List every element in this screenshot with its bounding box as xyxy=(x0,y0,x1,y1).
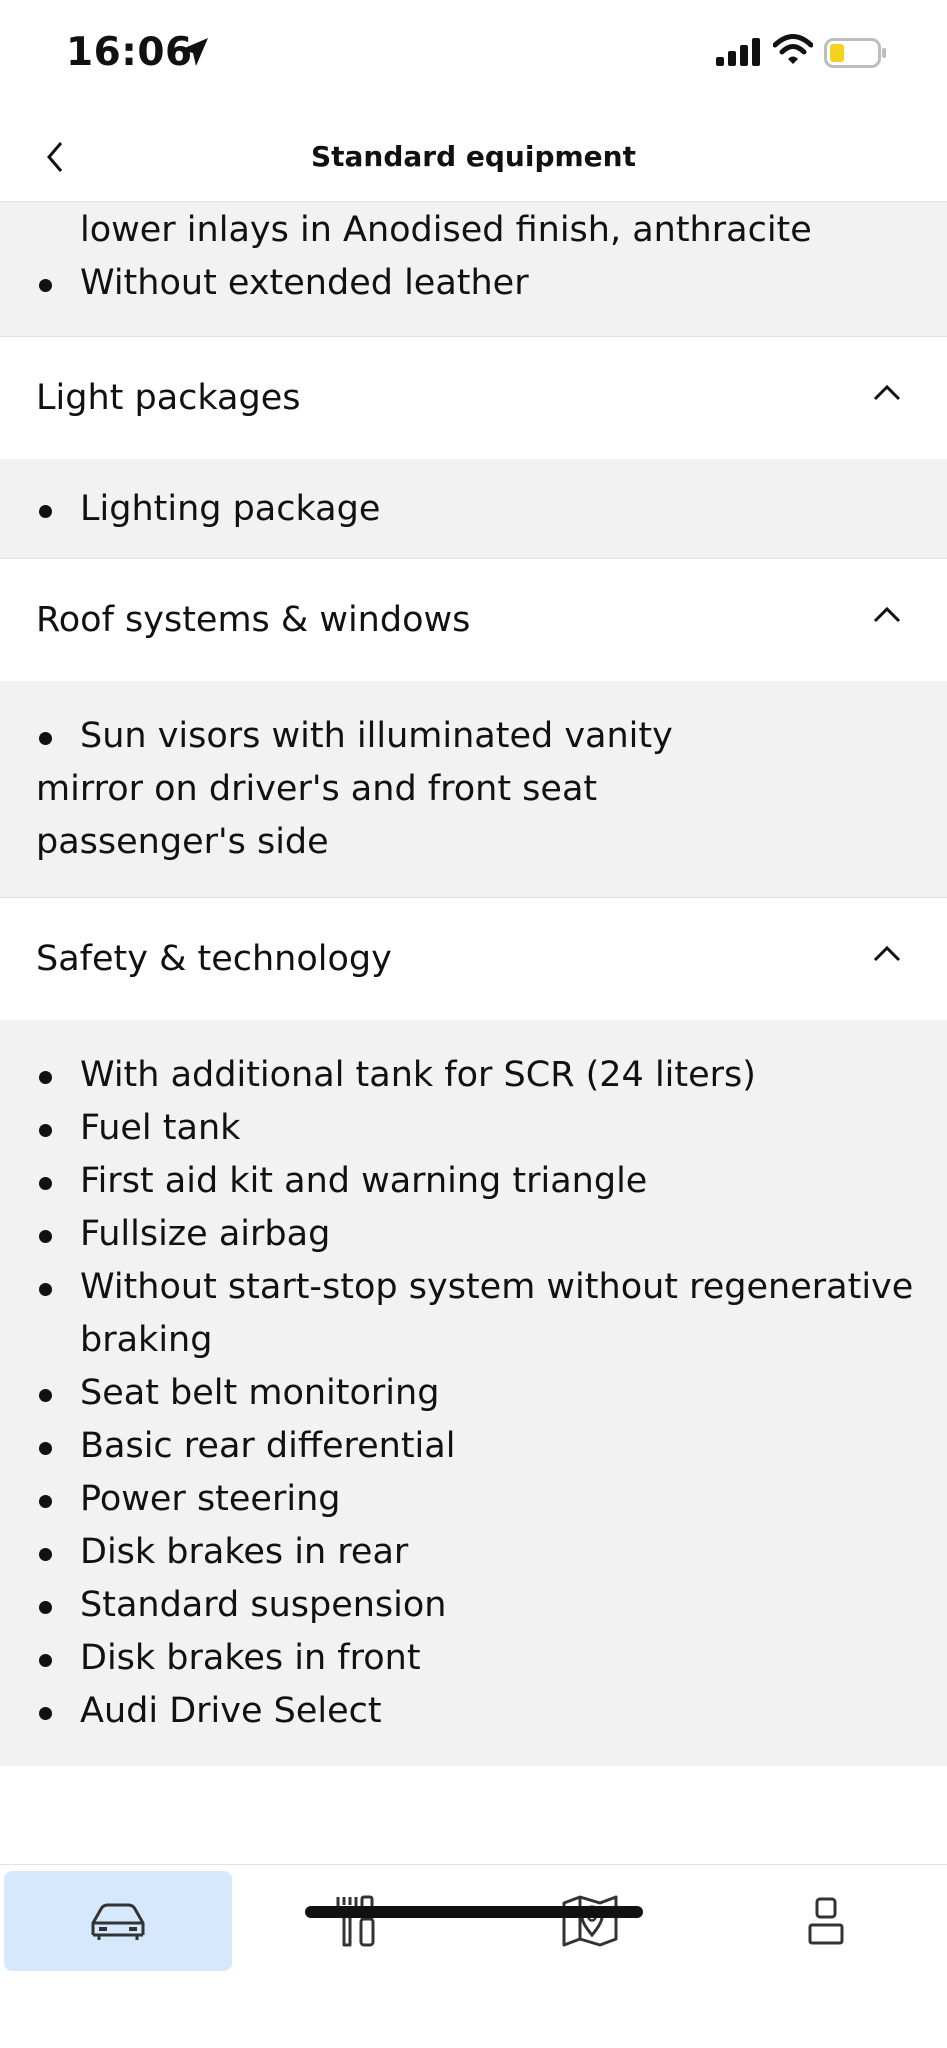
navigation-bar: Standard equipment xyxy=(0,110,947,202)
list-item-continuation: passenger's side xyxy=(36,822,329,862)
section-title: Light packages xyxy=(36,378,301,418)
page-title: Standard equipment xyxy=(310,140,636,173)
list-item: Fullsize airbag xyxy=(0,1208,947,1261)
battery-low-icon xyxy=(824,38,886,68)
items-block-light-packages: Lighting package xyxy=(0,459,947,558)
list-item: Disk brakes in front xyxy=(0,1632,947,1685)
items-block-roof-systems: Sun visors with illuminated vanity mirro… xyxy=(0,681,947,897)
list-item: Basic rear differential xyxy=(0,1420,947,1473)
tab-car[interactable] xyxy=(4,1871,232,1971)
car-icon xyxy=(91,1903,145,1940)
list-item: Without extended leather xyxy=(0,257,947,310)
list-item: Seat belt monitoring xyxy=(0,1367,947,1420)
list-item: Fuel tank xyxy=(0,1102,947,1155)
list-item: Sun visors with illuminated vanity xyxy=(0,710,947,763)
list-item: Disk brakes in rear xyxy=(0,1526,947,1579)
tab-profile[interactable] xyxy=(712,1871,940,1971)
location-arrow-icon xyxy=(180,38,208,66)
items-block-interior: lower inlays in Anodised finish, anthrac… xyxy=(0,202,947,336)
tab-bar xyxy=(0,1864,947,2048)
section-title: Safety & technology xyxy=(36,939,392,979)
list-item: lower inlays in Anodised finish, anthrac… xyxy=(80,210,812,250)
section-header-roof-systems[interactable]: Roof systems & windows xyxy=(0,558,947,681)
list-item-continuation: mirror on driver's and front seat xyxy=(36,769,598,809)
list-item: First aid kit and warning triangle xyxy=(0,1155,947,1208)
list-item: Audi Drive Select xyxy=(0,1685,947,1738)
tab-map[interactable] xyxy=(476,1871,704,1971)
map-pin-icon xyxy=(562,1895,618,1947)
list-item: Power steering xyxy=(0,1473,947,1526)
chevron-up-icon xyxy=(873,385,901,401)
list-item: Standard suspension xyxy=(0,1579,947,1632)
chevron-up-icon xyxy=(873,607,901,623)
section-header-safety-technology[interactable]: Safety & technology xyxy=(0,897,947,1020)
chevron-up-icon xyxy=(873,946,901,962)
list-item: Lighting package xyxy=(0,483,947,536)
items-block-safety-technology: With additional tank for SCR (24 liters)… xyxy=(0,1020,947,1766)
tab-service[interactable] xyxy=(240,1871,468,1971)
tools-icon xyxy=(336,1895,375,1947)
list-item-continuation: braking xyxy=(80,1320,213,1360)
status-time: 16:06 xyxy=(66,30,193,75)
wifi-icon xyxy=(773,34,813,64)
home-indicator xyxy=(305,1906,643,1918)
status-bar: 16:06 xyxy=(0,0,947,110)
equipment-list[interactable]: lower inlays in Anodised finish, anthrac… xyxy=(0,202,947,1864)
cellular-signal-icon xyxy=(716,38,760,66)
section-header-light-packages[interactable]: Light packages xyxy=(0,336,947,459)
user-icon xyxy=(808,1897,844,1945)
list-item: Without start-stop system without regene… xyxy=(0,1261,947,1314)
list-item: With additional tank for SCR (24 liters) xyxy=(0,1049,947,1102)
section-title: Roof systems & windows xyxy=(36,600,471,640)
